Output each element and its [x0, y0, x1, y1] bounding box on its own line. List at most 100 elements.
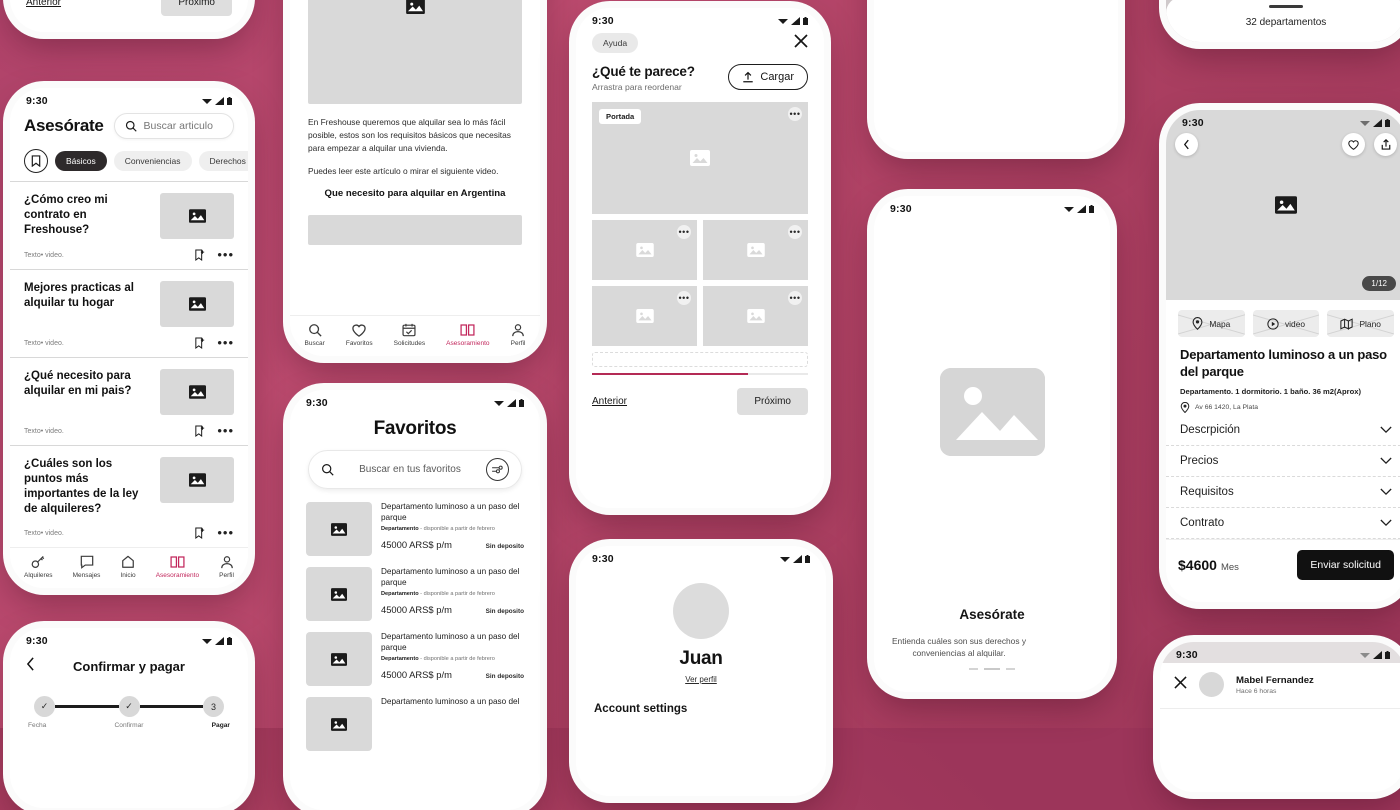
bookmark-add-icon[interactable] — [195, 249, 205, 262]
tab-perfil[interactable]: Perfil — [219, 555, 234, 579]
book-icon — [170, 556, 185, 568]
sender-name: Mabel Fernandez — [1236, 674, 1314, 686]
status-time: 9:30 — [592, 553, 614, 565]
accordion-label: Requisitos — [1180, 486, 1234, 499]
results-count: 32 departamentos — [1245, 17, 1327, 28]
more-options-icon[interactable]: ••• — [217, 424, 234, 437]
bookmark-add-icon[interactable] — [195, 425, 205, 438]
tab-mensajes[interactable]: Mensajes — [72, 555, 101, 579]
chip-derechos[interactable]: Derechos de Prop — [198, 150, 248, 171]
signal-icon — [793, 555, 802, 563]
favorite-list-item[interactable]: Departamento luminoso a un paso del — [306, 697, 524, 751]
segment-mapa[interactable]: Mapa — [1178, 310, 1245, 337]
share-button[interactable] — [1374, 133, 1397, 156]
article-row[interactable]: ¿Cómo creo mi contrato en Freshouse? Tex… — [10, 181, 248, 269]
profile-name: Juan — [679, 648, 723, 669]
bookmark-add-icon[interactable] — [195, 527, 205, 539]
photo-cell[interactable]: ••• — [592, 220, 697, 280]
more-options-icon[interactable]: ••• — [788, 291, 802, 305]
segment-plano[interactable]: Plano — [1327, 310, 1395, 337]
article-row[interactable]: ¿Cuáles son los puntos más importantes d… — [10, 445, 248, 547]
step-1[interactable]: ✓ — [34, 696, 55, 717]
phone-nav-top-left: Anterior Próximo — [10, 0, 248, 32]
phone-checkout: 9:30 Confirmar y pagar ✓ ✓ 3 Fecha Confi… — [10, 628, 248, 808]
more-options-icon[interactable]: ••• — [788, 225, 802, 239]
tab-label: Buscar — [304, 340, 325, 347]
listing-title: Departamento luminoso a un paso del parq… — [381, 502, 520, 522]
person-icon — [512, 324, 524, 337]
photo-cell[interactable]: ••• — [703, 220, 808, 280]
favorite-button[interactable] — [1342, 133, 1365, 156]
favorite-list-item[interactable]: Departamento luminoso a un paso del parq… — [306, 632, 524, 686]
chevron-down-icon — [1380, 488, 1392, 496]
status-bar: 9:30 — [576, 546, 826, 567]
back-icon[interactable] — [26, 657, 35, 676]
tab-buscar[interactable]: Buscar — [305, 323, 325, 347]
tab-alquileres[interactable]: Alquileres — [24, 555, 53, 579]
media-segment-row: Mapa video Plano — [1166, 300, 1400, 345]
wifi-icon — [494, 401, 504, 406]
accordion-label: Descrpición — [1180, 424, 1241, 437]
pagination-dots[interactable] — [969, 668, 1015, 670]
accordion-descripcion[interactable]: Descrpición — [1166, 415, 1400, 447]
chip-conveniencias[interactable]: Conveniencias — [113, 150, 192, 171]
more-options-icon[interactable]: ••• — [677, 225, 691, 239]
more-options-icon[interactable]: ••• — [217, 248, 234, 261]
image-placeholder-icon — [939, 367, 1045, 456]
accordion-contrato[interactable]: Contrato — [1166, 508, 1400, 540]
tab-label: Mensajes — [72, 572, 101, 579]
more-options-icon[interactable]: ••• — [217, 526, 234, 539]
accordion-precios[interactable]: Precios — [1166, 446, 1400, 478]
tab-inicio[interactable]: Inicio — [120, 555, 136, 579]
status-time: 9:30 — [1176, 649, 1198, 661]
close-icon[interactable] — [794, 33, 808, 53]
view-profile-link[interactable]: Ver perfil — [576, 675, 826, 684]
chip-basicos[interactable]: Básicos — [55, 150, 107, 171]
step-3[interactable]: 3 — [203, 696, 224, 717]
back-button[interactable] — [1175, 133, 1198, 156]
next-button[interactable]: Próximo — [737, 388, 808, 415]
bookmark-add-icon[interactable] — [195, 337, 205, 350]
drag-handle[interactable] — [1269, 5, 1303, 8]
prev-link[interactable]: Anterior — [26, 0, 61, 8]
tab-asesoramiento[interactable]: Asesoramiento — [156, 555, 199, 579]
tab-label: Favoritos — [345, 340, 373, 347]
add-photo-slot[interactable] — [592, 352, 808, 367]
article-row[interactable]: ¿Qué necesito para alquilar en mi pais? … — [10, 357, 248, 445]
results-bottom-sheet[interactable]: 32 departamentos — [1166, 0, 1400, 42]
more-options-icon[interactable]: ••• — [677, 291, 691, 305]
accordion-requisitos[interactable]: Requisitos — [1166, 477, 1400, 509]
favorite-list-item[interactable]: Departamento luminoso a un paso del parq… — [306, 567, 524, 621]
listing-thumbnail — [306, 697, 372, 751]
tab-favoritos[interactable]: Favoritos — [346, 324, 373, 347]
wifi-icon — [1360, 653, 1370, 658]
status-bar: 9:30 — [290, 390, 540, 411]
favorite-list-item[interactable]: Departamento luminoso a un paso del parq… — [306, 502, 524, 556]
tab-asesoramiento[interactable]: Asesoramiento — [446, 323, 490, 347]
listing-subtitle: Departamento - disponible a partir de fe… — [381, 591, 524, 597]
bookmark-icon[interactable] — [24, 148, 48, 173]
signal-icon — [215, 97, 224, 105]
upload-button[interactable]: Cargar — [728, 64, 808, 90]
article-row[interactable]: Mejores practicas al alquilar tu hogar T… — [10, 269, 248, 357]
send-request-button[interactable]: Enviar solicitud — [1297, 550, 1394, 581]
more-options-icon[interactable]: ••• — [788, 107, 802, 121]
photo-gallery[interactable]: 9:30 1/12 — [1166, 110, 1400, 300]
more-options-icon[interactable]: ••• — [217, 336, 234, 349]
search-input[interactable]: Buscar en tus favoritos — [308, 450, 522, 489]
tab-solicitudes[interactable]: Solicitudes — [394, 323, 425, 347]
photo-cell[interactable]: ••• — [703, 286, 808, 346]
prev-link[interactable]: Anterior — [592, 396, 627, 407]
filter-icon[interactable] — [486, 458, 509, 481]
next-button[interactable]: Próximo — [161, 0, 232, 16]
help-chip[interactable]: Ayuda — [592, 33, 639, 53]
share-icon — [1381, 139, 1390, 150]
tab-perfil[interactable]: Perfil — [511, 323, 525, 347]
step-2[interactable]: ✓ — [118, 696, 140, 717]
photo-cell[interactable]: ••• — [592, 286, 697, 346]
status-bar: 9:30 — [1160, 642, 1400, 663]
close-icon[interactable] — [1174, 675, 1187, 694]
cover-photo-cell[interactable]: Portada ••• — [592, 102, 808, 214]
search-input[interactable]: Buscar articulo — [113, 113, 234, 139]
segment-video[interactable]: video — [1252, 310, 1320, 337]
